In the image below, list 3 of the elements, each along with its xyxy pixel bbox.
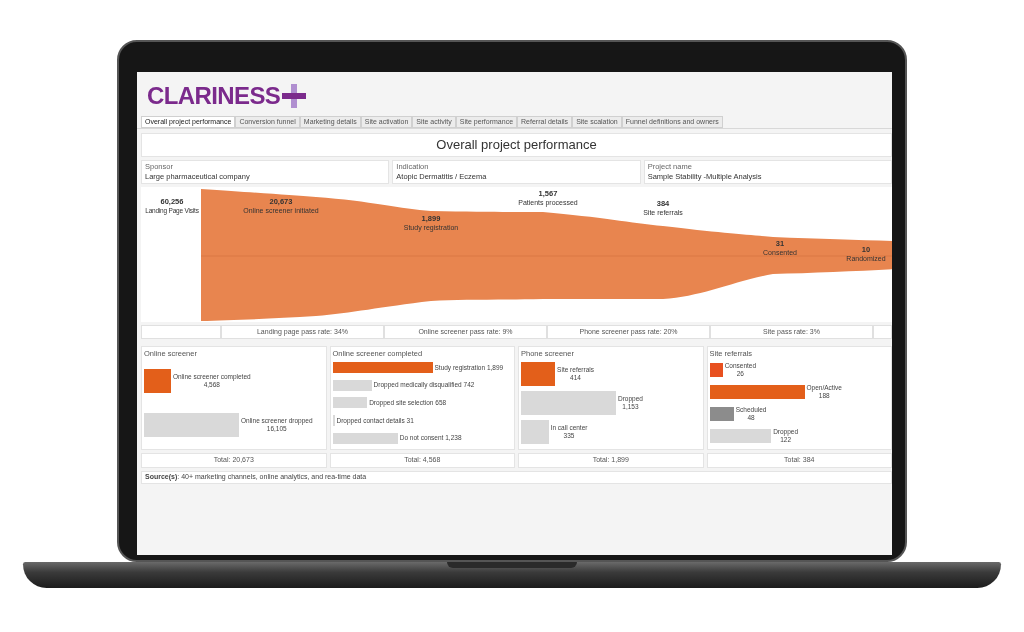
- logo-text: CLARINESS: [147, 84, 281, 108]
- plus-icon: [282, 84, 307, 108]
- page-title: Overall project performance: [141, 133, 892, 157]
